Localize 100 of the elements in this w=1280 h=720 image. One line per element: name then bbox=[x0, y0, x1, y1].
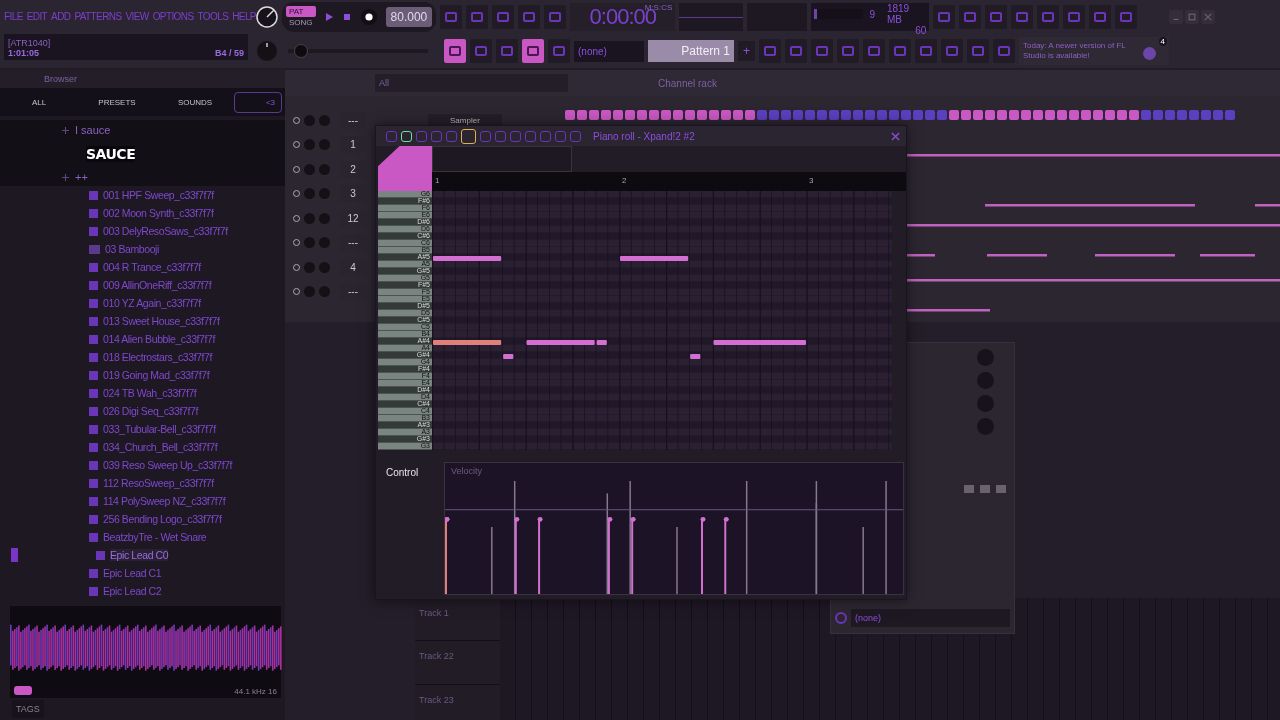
browser-entry[interactable]: 03 Bambooji bbox=[105, 243, 159, 255]
menu-item[interactable]: ADD bbox=[51, 10, 71, 22]
folder-item[interactable]: I sauce bbox=[75, 124, 111, 136]
browser-entry[interactable]: 013 Sweet House_c33f7f7f bbox=[103, 315, 220, 327]
toggle-button[interactable] bbox=[548, 39, 570, 63]
toggle-button[interactable] bbox=[522, 39, 544, 63]
toolbar-button[interactable] bbox=[1011, 5, 1034, 29]
browser-entry[interactable]: BeatzbyTre - Wet Snare bbox=[103, 531, 207, 543]
play-icon[interactable] bbox=[323, 12, 334, 22]
browser-entry[interactable]: Epic Lead C2 bbox=[103, 585, 162, 597]
track-header[interactable]: Track 1 bbox=[415, 598, 500, 642]
toolbar-button[interactable] bbox=[863, 39, 885, 63]
toolbar-button[interactable] bbox=[889, 39, 911, 63]
menu-item[interactable]: FILE bbox=[4, 10, 23, 22]
browser-tab[interactable]: ALL bbox=[0, 97, 78, 107]
menu-item[interactable]: PATTERNS bbox=[74, 10, 122, 22]
browser-entry[interactable]: 003 DelyResoSaws_c33f7f7f bbox=[103, 225, 228, 237]
browser-entry[interactable]: 001 HPF Sweep_c33f7f7f bbox=[103, 189, 214, 201]
pan-knob[interactable] bbox=[304, 286, 315, 297]
velocity-editor[interactable]: Velocity bbox=[444, 462, 904, 595]
slider-thumb[interactable] bbox=[293, 44, 308, 58]
browser-entry[interactable]: 014 Alien Bubble_c33f7f7f bbox=[103, 333, 216, 345]
pitch-knob[interactable] bbox=[255, 39, 279, 63]
toolbar-button[interactable] bbox=[1115, 5, 1138, 29]
mode-toggle[interactable]: PAT bbox=[286, 6, 316, 17]
toolbar-button[interactable] bbox=[941, 39, 963, 63]
event-label: Velocity bbox=[451, 466, 483, 476]
toolbar-button[interactable] bbox=[1037, 5, 1060, 29]
track-header[interactable]: Track 22 bbox=[415, 641, 500, 685]
toolbar-button[interactable] bbox=[1089, 5, 1112, 29]
volume-knob[interactable] bbox=[255, 5, 279, 29]
browser-entry[interactable]: 009 AllinOneRiff_c33f7f7f bbox=[103, 279, 212, 291]
square-icon bbox=[972, 46, 984, 56]
browser-entry[interactable]: 256 Bending Logo_c33f7f7f bbox=[103, 513, 222, 525]
browser-entry[interactable]: 019 Going Mad_c33f7f7f bbox=[103, 369, 210, 381]
square-icon[interactable] bbox=[461, 128, 476, 144]
square-icon bbox=[998, 46, 1010, 56]
maximize-button[interactable] bbox=[1185, 10, 1200, 24]
toolbar-button[interactable] bbox=[811, 39, 833, 63]
browser-entry[interactable]: 034_Church_Bell_c33f7f7f bbox=[103, 441, 218, 453]
square-icon bbox=[523, 12, 536, 22]
toolbar-button[interactable] bbox=[785, 39, 807, 63]
snap-selector[interactable]: (none) bbox=[574, 40, 644, 62]
pan-knob[interactable] bbox=[304, 237, 315, 248]
news-panel[interactable]: Today: A newer version of FL Studio is available! 4 bbox=[1019, 37, 1169, 65]
pan-knob[interactable] bbox=[304, 188, 315, 199]
toolbar-button[interactable] bbox=[993, 39, 1015, 63]
play-button[interactable] bbox=[14, 686, 32, 695]
close-icon[interactable] bbox=[891, 131, 900, 141]
toolbar-button[interactable] bbox=[518, 5, 541, 29]
toolbar-button[interactable] bbox=[933, 5, 956, 29]
browser-entry[interactable]: 024 TB Wah_c33f7f7f bbox=[103, 387, 197, 399]
channel-filter[interactable]: All bbox=[375, 74, 568, 92]
mode-toggle[interactable]: SONG bbox=[286, 17, 316, 28]
menu-item[interactable]: TOOLS bbox=[197, 10, 229, 22]
add-pattern-button[interactable]: + bbox=[738, 41, 755, 61]
toggle-button[interactable] bbox=[470, 39, 492, 63]
control-selector[interactable]: Control bbox=[386, 467, 419, 478]
browser-entry[interactable]: 004 R Trance_c33f7f7f bbox=[103, 261, 201, 273]
browser-entry[interactable]: 010 YZ Again_c33f7f7f bbox=[103, 297, 201, 309]
toolbar-button[interactable] bbox=[915, 39, 937, 63]
browser-entry[interactable]: 018 Electrostars_c33f7f7f bbox=[103, 351, 213, 363]
tags-button[interactable]: TAGS bbox=[12, 700, 44, 718]
toggle-button[interactable] bbox=[496, 39, 518, 63]
pan-knob[interactable] bbox=[304, 139, 315, 150]
toolbar-button[interactable] bbox=[492, 5, 515, 29]
toolbar-button[interactable] bbox=[1063, 5, 1086, 29]
toolbar-button[interactable] bbox=[759, 39, 781, 63]
menu-item[interactable]: VIEW bbox=[125, 10, 149, 22]
close-button[interactable] bbox=[1201, 10, 1216, 24]
output-selector[interactable]: (none) bbox=[851, 609, 1010, 627]
tempo-field[interactable]: 80.000 bbox=[385, 7, 433, 27]
toolbar-button[interactable] bbox=[959, 5, 982, 29]
browser-entry[interactable]: 112 ResoSweep_c33f7f7f bbox=[103, 477, 214, 489]
toolbar-button[interactable] bbox=[837, 39, 859, 63]
browser-tab[interactable]: SOUNDS bbox=[156, 97, 234, 107]
toggle-button[interactable] bbox=[444, 39, 466, 63]
browser-tab[interactable]: <3 bbox=[234, 91, 282, 113]
toolbar-button[interactable] bbox=[544, 5, 567, 29]
menu-item[interactable]: HELP bbox=[232, 10, 256, 22]
toolbar-button[interactable] bbox=[985, 5, 1008, 29]
browser-entry[interactable]: Epic Lead C1 bbox=[103, 567, 162, 579]
browser-entry[interactable]: 033_Tubular-Bell_c33f7f7f bbox=[103, 423, 216, 435]
browser-entry[interactable]: Epic Lead C0 bbox=[110, 549, 169, 561]
menu-item[interactable]: OPTIONS bbox=[152, 10, 194, 22]
toolbar-button[interactable] bbox=[466, 5, 489, 29]
record-icon[interactable] bbox=[359, 8, 378, 26]
toolbar-button[interactable] bbox=[440, 5, 463, 29]
browser-entry[interactable]: 039 Reso Sweep Up_c33f7f7f bbox=[103, 459, 233, 471]
browser-entry[interactable]: 026 Digi Seq_c33f7f7f bbox=[103, 405, 198, 417]
browser-entry[interactable]: 002 Moon Synth_c33f7f7f bbox=[103, 207, 214, 219]
folder-item[interactable]: ++ bbox=[75, 171, 88, 183]
pattern-selector[interactable]: Pattern 1 bbox=[648, 40, 734, 62]
stop-icon[interactable] bbox=[341, 12, 352, 22]
menu-item[interactable]: EDIT bbox=[26, 10, 48, 22]
browser-entry[interactable]: 114 PolySweep NZ_c33f7f7f bbox=[103, 495, 226, 507]
track-header[interactable]: Track 23 bbox=[415, 684, 500, 720]
minimize-button[interactable] bbox=[1169, 10, 1184, 24]
toolbar-button[interactable] bbox=[967, 39, 989, 63]
browser-tab[interactable]: PRESETS bbox=[78, 97, 156, 107]
